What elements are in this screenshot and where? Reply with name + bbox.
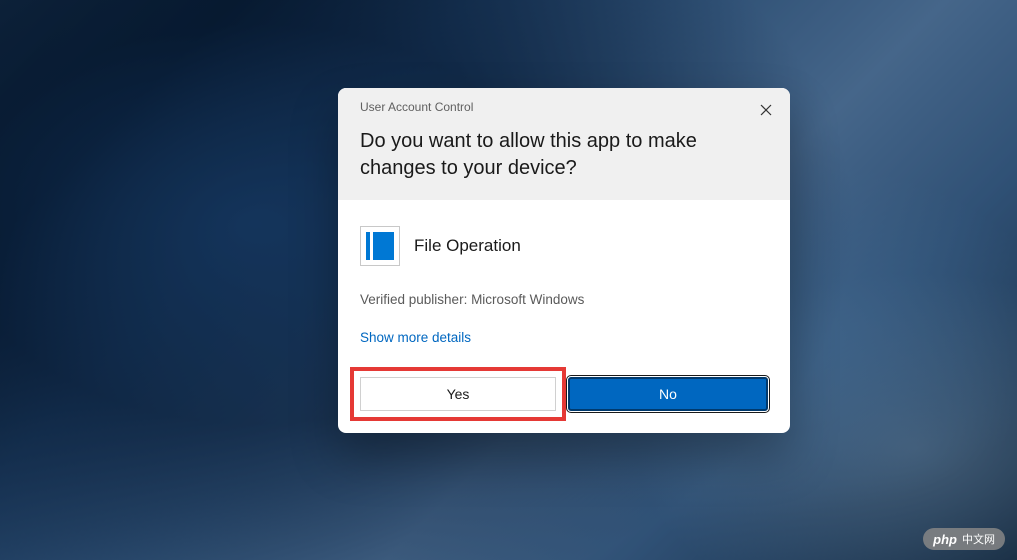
- app-name: File Operation: [414, 236, 521, 256]
- close-icon: [760, 104, 772, 116]
- show-details-link[interactable]: Show more details: [360, 330, 471, 345]
- yes-button[interactable]: Yes: [360, 377, 556, 411]
- app-info-row: File Operation: [360, 226, 768, 266]
- dialog-body: File Operation Verified publisher: Micro…: [338, 200, 790, 369]
- watermark-badge: php 中文网: [923, 528, 1005, 550]
- watermark: php 中文网: [923, 528, 1005, 550]
- app-icon: [360, 226, 400, 266]
- publisher-label: Verified publisher: Microsoft Windows: [360, 292, 768, 307]
- highlight-annotation: Yes: [350, 367, 566, 421]
- dialog-question: Do you want to allow this app to make ch…: [360, 128, 768, 182]
- watermark-logo: php: [933, 532, 957, 547]
- no-button[interactable]: No: [568, 377, 768, 411]
- dialog-title: User Account Control: [360, 100, 768, 114]
- dialog-footer: Yes No: [338, 369, 790, 433]
- close-button[interactable]: [754, 98, 778, 122]
- dialog-header: User Account Control Do you want to allo…: [338, 88, 790, 200]
- uac-dialog: User Account Control Do you want to allo…: [338, 88, 790, 433]
- watermark-text: 中文网: [962, 531, 995, 547]
